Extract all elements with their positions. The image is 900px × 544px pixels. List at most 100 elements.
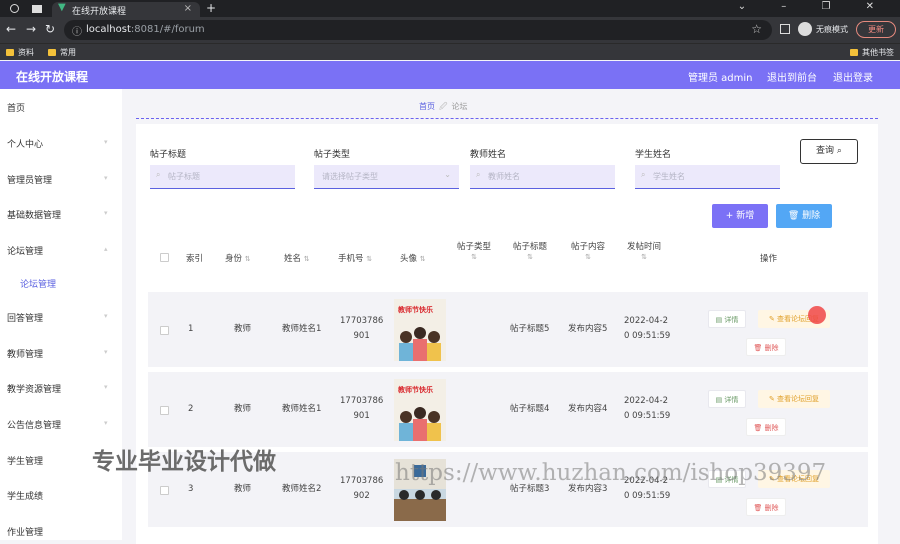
search-icon: ⌕ [476, 170, 481, 179]
browser-menu-icon[interactable] [4, 2, 26, 17]
detail-button[interactable]: ▤ 详情 [708, 390, 746, 408]
row-checkbox[interactable] [160, 486, 169, 495]
row-checkbox[interactable] [160, 326, 169, 335]
chevron-down-icon: ▾ [104, 348, 108, 356]
sort-icon: ⇅ [471, 253, 477, 261]
sidebar-item-forum[interactable]: 论坛管理 [7, 244, 43, 257]
bookmark-star-icon[interactable]: ☆ [751, 22, 762, 36]
sidebar-subitem-forum[interactable]: 论坛管理 [20, 277, 56, 290]
add-button[interactable]: + 新增 [712, 204, 768, 228]
chevron-down-icon: ▾ [104, 312, 108, 320]
sidebar-item-admins[interactable]: 管理员管理 [7, 173, 52, 186]
col-time[interactable]: 发帖时间 ⇅ [624, 240, 664, 262]
col-content[interactable]: 帖子内容 ⇅ [568, 240, 608, 262]
col-index: 索引 [186, 254, 204, 264]
folder-icon [48, 49, 56, 56]
view-replies-button[interactable]: ✎ 查看论坛回复 [758, 390, 830, 408]
sidebar-item-answers[interactable]: 回答管理 [7, 311, 43, 324]
url-field[interactable]: ⓘ localhost:8081/#/forum ☆ [64, 20, 772, 40]
info-icon[interactable]: ⓘ [72, 23, 82, 38]
new-tab-icon[interactable]: + [206, 1, 216, 15]
folder-icon [6, 49, 14, 56]
select-all-checkbox[interactable] [160, 253, 169, 262]
trash-icon: 🗑 [753, 504, 765, 512]
side-panel-icon[interactable] [780, 24, 790, 34]
admin-label: 管理员 admin [688, 73, 753, 84]
app-title: 在线开放课程 [16, 70, 89, 84]
delete-row-button[interactable]: 🗑 删除 [746, 418, 786, 436]
back-icon[interactable]: ← [6, 22, 16, 36]
table-row: 2 教师 教师姓名1 17703786 901 教师节快乐 帖子标题4 发布内容4… [148, 372, 868, 447]
browser-tab-bar: ▼ 在线开放课程 × + ⌄ – ❐ ✕ [0, 0, 900, 17]
type-filter-select[interactable]: 请选择帖子类型 ⌄ [314, 165, 459, 189]
back-to-front-link[interactable]: 退出到前台 [767, 69, 817, 84]
chevron-down-icon: ⌄ [444, 170, 451, 179]
url-host: localhost [86, 24, 131, 35]
search-icon: ⌕ [836, 146, 842, 156]
sidebar-item-grades[interactable]: 学生成绩 [7, 489, 43, 502]
cursor-highlight [808, 306, 826, 324]
sort-icon: ⇅ [527, 253, 533, 261]
sidebar-item-profile[interactable]: 个人中心 [7, 137, 43, 150]
batch-delete-button[interactable]: 🗑 删除 [776, 204, 832, 228]
watermark-left: 专业毕业设计代做 [92, 449, 276, 475]
row-checkbox[interactable] [160, 406, 169, 415]
sidebar-item-basic-data[interactable]: 基础数据管理 [7, 208, 61, 221]
breadcrumb-home[interactable]: 首页 [419, 102, 435, 111]
delete-row-button[interactable]: 🗑 删除 [746, 338, 786, 356]
folder-icon [850, 49, 858, 56]
breadcrumb: 首页 🖉 论坛 [419, 101, 468, 115]
detail-button[interactable]: ▤ 详情 [708, 310, 746, 328]
tab-active[interactable]: ▼ 在线开放课程 × [52, 2, 200, 17]
sort-icon: ⇅ [641, 253, 647, 261]
forward-icon[interactable]: → [26, 22, 36, 36]
pen-icon: ✎ [768, 395, 778, 403]
plus-icon: + [725, 211, 737, 221]
chevron-down-icon: ▾ [104, 138, 108, 146]
avatar: 教师节快乐 [394, 379, 446, 441]
tab-title: 在线开放课程 [72, 7, 127, 17]
bookmark-folder-1[interactable]: 资料 [6, 47, 34, 58]
teacher-filter-input[interactable]: ⌕ 教师姓名 [470, 165, 615, 189]
sidebar-item-resources[interactable]: 教学资源管理 [7, 382, 61, 395]
sort-icon: ⇅ [366, 255, 373, 263]
bookmarks-bar: 资料 常用 其他书签 [0, 43, 900, 60]
update-button[interactable]: 更新 [856, 21, 896, 38]
col-avatar[interactable]: 头像 ⇅ [400, 252, 426, 264]
avatar: 教师节快乐 [394, 299, 446, 361]
sidebar-item-notices[interactable]: 公告信息管理 [7, 418, 61, 431]
bookmark-folder-2[interactable]: 常用 [48, 47, 76, 58]
avatar-banner: 教师节快乐 [398, 306, 433, 314]
logout-link[interactable]: 退出登录 [833, 69, 873, 84]
col-type[interactable]: 帖子类型 ⇅ [454, 240, 494, 262]
chevron-down-icon: ▾ [104, 419, 108, 427]
student-filter-input[interactable]: ⌕ 学生姓名 [635, 165, 780, 189]
avatar-banner: 教师节快乐 [398, 386, 433, 394]
col-phone[interactable]: 手机号 ⇅ [338, 252, 372, 264]
title-filter-input[interactable]: ⌕ 帖子标题 [150, 165, 295, 189]
sort-icon: ⇅ [303, 255, 310, 263]
search-button[interactable]: 查询 ⌕ [800, 139, 858, 164]
sidebar-item-students[interactable]: 学生管理 [7, 454, 43, 467]
trash-icon: 🗑 [753, 344, 765, 352]
incognito-label: 无痕模式 [816, 25, 848, 34]
col-role[interactable]: 身份 ⇅ [225, 252, 251, 264]
col-name[interactable]: 姓名 ⇅ [284, 252, 310, 264]
vue-icon: ▼ [58, 2, 66, 13]
chevron-down-icon: ▾ [104, 383, 108, 391]
breadcrumb-current: 论坛 [451, 102, 468, 111]
sidebar-item-homework[interactable]: 作业管理 [7, 525, 43, 538]
sidebar-item-teachers[interactable]: 教师管理 [7, 347, 43, 360]
tab-search-icon[interactable] [26, 2, 48, 17]
close-tab-icon[interactable]: × [184, 3, 192, 14]
pen-icon: ✎ [768, 315, 778, 323]
reload-icon[interactable]: ↻ [45, 22, 55, 36]
sidebar-item-home[interactable]: 首页 [7, 101, 25, 114]
col-actions: 操作 [760, 254, 778, 264]
delete-row-button[interactable]: 🗑 删除 [746, 498, 786, 516]
window-controls[interactable]: ⌄ – ❐ ✕ [738, 1, 890, 12]
other-bookmarks[interactable]: 其他书签 [850, 47, 894, 58]
col-title[interactable]: 帖子标题 ⇅ [510, 240, 550, 262]
app-header: 在线开放课程 管理员 admin 退出到前台 退出登录 [0, 61, 900, 89]
incognito-icon[interactable] [798, 22, 812, 36]
